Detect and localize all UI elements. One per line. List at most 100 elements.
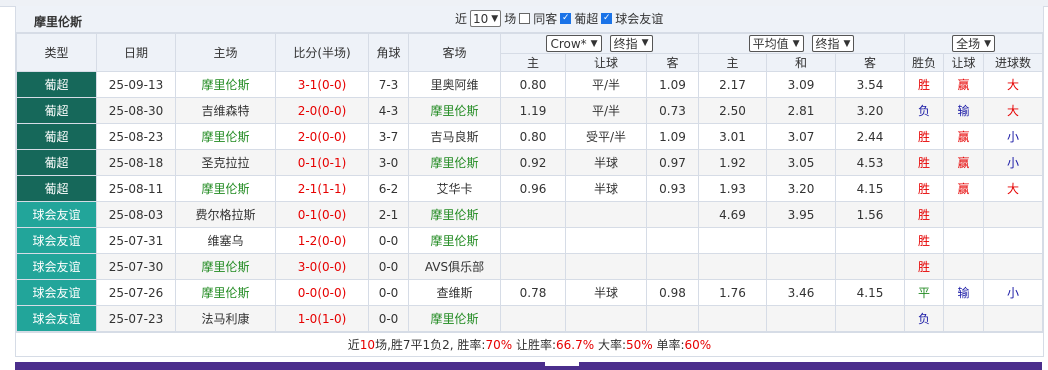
period-select[interactable]: 全场 ▼ — [952, 35, 995, 52]
home-team-cell[interactable]: 费尔格拉斯 — [175, 201, 276, 228]
home-team-cell[interactable]: 维塞乌 — [175, 227, 276, 254]
date-cell: 25-07-26 — [96, 279, 176, 306]
ah-line-cell: 平/半 — [565, 71, 647, 98]
away-team-cell[interactable]: 摩里伦斯 — [408, 227, 501, 254]
ah-result-cell — [943, 305, 985, 332]
half-time-score: (1-1) — [317, 181, 347, 196]
away-team-cell[interactable]: 查维斯 — [408, 279, 501, 306]
eu-away-odds-cell: 4.15 — [834, 175, 906, 202]
result-cell: 平 — [904, 279, 945, 306]
home-team-cell[interactable]: 法马利康 — [175, 305, 276, 332]
away-team-cell[interactable]: AVS俱乐部 — [408, 253, 501, 280]
average-select[interactable]: 平均值 ▼ — [748, 35, 804, 52]
half-time-score: (0-0) — [317, 207, 347, 222]
goals-cell — [983, 305, 1044, 332]
league-checkbox[interactable]: ✓ — [560, 13, 572, 24]
ah-away-odds-cell — [646, 305, 699, 332]
col-header-score: 比分(半场) — [275, 33, 369, 72]
corners-cell: 0-0 — [368, 253, 409, 280]
home-team-cell[interactable]: 吉维森特 — [175, 97, 276, 124]
score-cell: 0-1(0-0) — [275, 201, 369, 228]
half-time-score: (0-1) — [317, 155, 347, 170]
away-team-cell[interactable]: 艾华卡 — [408, 175, 501, 202]
goals-cell: 大 — [983, 97, 1044, 124]
result-cell: 胜 — [904, 227, 945, 254]
score-cell: 3-1(0-0) — [275, 71, 369, 98]
league-cell[interactable]: 葡超 — [16, 175, 97, 202]
goals-cell — [983, 201, 1044, 228]
col-header-type: 类型 — [16, 33, 97, 72]
home-team-cell[interactable]: 圣克拉拉 — [175, 149, 276, 176]
goals-cell: 大 — [983, 71, 1044, 98]
league-cell[interactable]: 球会友谊 — [16, 305, 97, 332]
summary-prefix: 近 — [347, 338, 360, 352]
eu-home-odds-cell — [698, 305, 767, 332]
league-cell[interactable]: 葡超 — [16, 71, 97, 98]
half-time-score: (0-0) — [317, 103, 347, 118]
league-cell[interactable]: 葡超 — [16, 149, 97, 176]
handicap-type-select[interactable]: 终指 ▼ — [609, 34, 653, 52]
euro-type-select[interactable]: 终指 ▼ — [811, 35, 855, 52]
ah-line-cell — [565, 305, 647, 332]
home-team-cell[interactable]: 摩里伦斯 — [175, 253, 276, 280]
score-cell: 2-0(0-0) — [275, 123, 369, 150]
sub-header-eu-home: 主 — [698, 53, 767, 72]
col-header-away: 客场 — [408, 33, 501, 72]
ah-away-odds-cell — [646, 201, 699, 228]
same-home-checkbox[interactable] — [519, 13, 531, 24]
eu-away-odds-cell — [834, 305, 906, 332]
recent-matches-panel: 摩里伦斯 近 10 ▼ 场 同客 ✓ 葡超 ✓ 球会友谊 类型 日期 主场 比分(… — [15, 6, 1044, 357]
ah-away-odds-cell: 0.97 — [646, 149, 699, 176]
half-time-score: (0-0) — [317, 233, 347, 248]
eu-away-odds-cell: 1.56 — [834, 201, 906, 228]
home-team-cell[interactable]: 摩里伦斯 — [175, 123, 276, 150]
away-team-cell[interactable]: 里奥阿维 — [408, 71, 501, 98]
eu-home-odds-cell: 1.76 — [698, 279, 767, 306]
eu-home-odds-cell: 4.69 — [698, 201, 767, 228]
recent-count-select[interactable]: 10 ▼ — [470, 10, 502, 27]
eu-away-odds-cell: 3.20 — [834, 97, 906, 124]
table-row: 球会友谊 25-08-03 费尔格拉斯 0-1(0-0) 2-1 摩里伦斯 4.69 3.95… — [16, 201, 1044, 228]
eu-draw-odds-cell: 2.81 — [766, 97, 836, 124]
date-cell: 25-08-03 — [96, 201, 176, 228]
league-cell[interactable]: 球会友谊 — [16, 201, 97, 228]
goals-cell: 小 — [983, 149, 1044, 176]
away-team-cell[interactable]: 摩里伦斯 — [408, 149, 501, 176]
result-cell: 胜 — [904, 71, 945, 98]
home-team-cell[interactable]: 摩里伦斯 — [175, 71, 276, 98]
league-cell[interactable]: 球会友谊 — [16, 279, 97, 306]
away-team-cell[interactable]: 摩里伦斯 — [408, 305, 501, 332]
date-cell: 25-07-31 — [96, 227, 176, 254]
ah-home-odds-cell: 0.80 — [500, 123, 566, 150]
corners-cell: 7-3 — [368, 71, 409, 98]
chevron-down-icon: ▼ — [843, 38, 851, 49]
home-team-cell[interactable]: 摩里伦斯 — [175, 279, 276, 306]
away-team-cell[interactable]: 吉马良斯 — [408, 123, 501, 150]
eu-away-odds-cell — [834, 253, 906, 280]
table-row: 葡超 25-08-18 圣克拉拉 0-1(0-1) 3-0 摩里伦斯 0.92 半球 0.97 1… — [16, 149, 1044, 176]
table-row: 球会友谊 25-07-30 摩里伦斯 3-0(0-0) 0-0 AVS俱乐部胜 — [16, 253, 1044, 280]
company-select[interactable]: Crow* ▼ — [546, 35, 602, 53]
ah-result-cell: 赢 — [943, 175, 985, 202]
away-team-cell[interactable]: 摩里伦斯 — [408, 201, 501, 228]
table-row: 球会友谊 25-07-26 摩里伦斯 0-0(0-0) 0-0 查维斯 0.78 半球 0.98… — [16, 279, 1044, 306]
full-time-score: 2-0 — [297, 103, 318, 118]
league-cell[interactable]: 葡超 — [16, 123, 97, 150]
ah-line-cell: 平/半 — [565, 97, 647, 124]
summary-ah-label: 让胜率: — [512, 338, 557, 352]
league-cell[interactable]: 球会友谊 — [16, 253, 97, 280]
friendly-checkbox[interactable]: ✓ — [601, 13, 613, 24]
ah-line-cell: 受平/半 — [565, 123, 647, 150]
ah-away-odds-cell: 0.93 — [646, 175, 699, 202]
result-group-header: 全场 ▼ — [904, 33, 1044, 54]
league-cell[interactable]: 葡超 — [16, 97, 97, 124]
away-team-cell[interactable]: 摩里伦斯 — [408, 97, 501, 124]
table-row: 球会友谊 25-07-31 维塞乌 1-2(0-0) 0-0 摩里伦斯胜 — [16, 227, 1044, 254]
ah-away-odds-cell — [646, 227, 699, 254]
summary-games: 10 — [359, 338, 376, 352]
home-team-cell[interactable]: 摩里伦斯 — [175, 175, 276, 202]
eu-home-odds-cell: 2.50 — [698, 97, 767, 124]
ah-result-cell — [943, 227, 985, 254]
league-cell[interactable]: 球会友谊 — [16, 227, 97, 254]
ah-result-cell: 输 — [943, 97, 985, 124]
